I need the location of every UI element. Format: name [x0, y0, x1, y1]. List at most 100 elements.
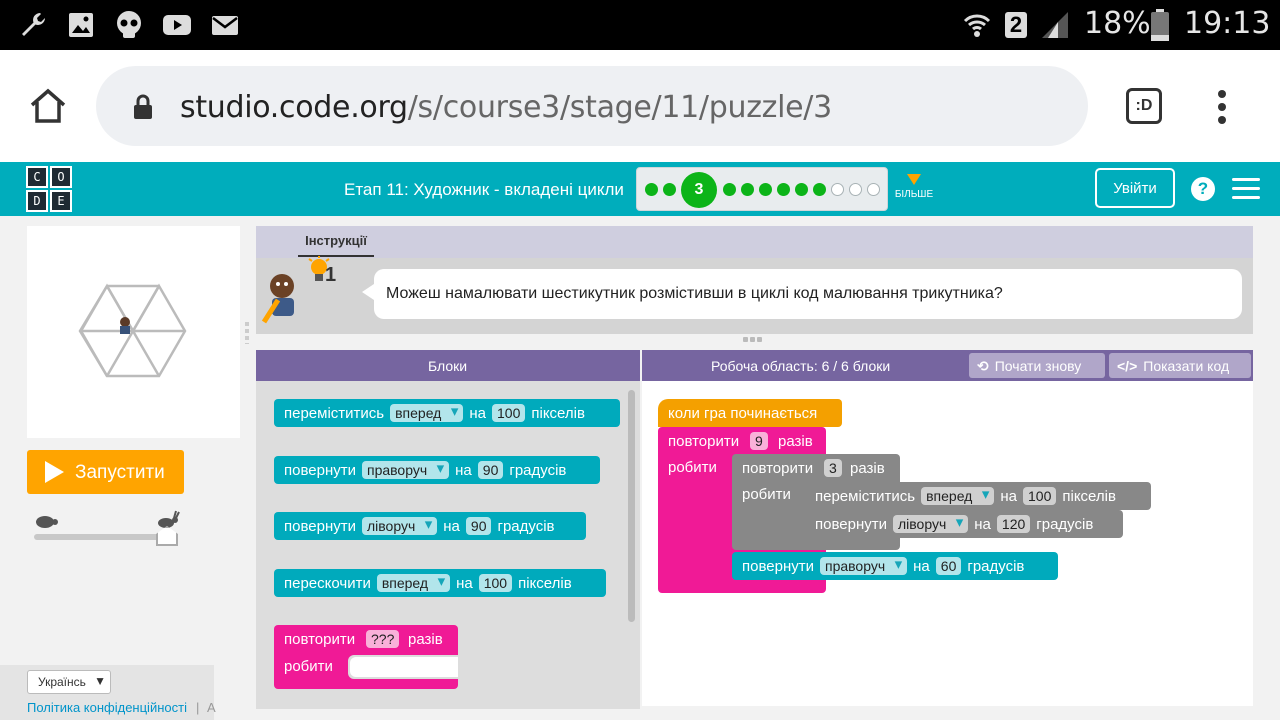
toolbox-block-move[interactable]: переміститись вперед на 100 пікселів: [274, 399, 620, 427]
address-bar[interactable]: studio.code.org/s/course3/stage/11/puzzl…: [96, 66, 1088, 146]
workspace-title: Робоча область: 6 / 6 блоки: [711, 358, 891, 374]
level-dot[interactable]: [849, 183, 862, 196]
show-code-label: Показати код: [1143, 358, 1230, 374]
block-text: повторити: [668, 433, 740, 450]
android-status-bar: 2 18% 19:13: [0, 0, 1280, 50]
number-field[interactable]: 120: [996, 515, 1031, 533]
clock: 19:13: [1184, 6, 1271, 41]
direction-dropdown[interactable]: праворуч: [819, 556, 908, 575]
number-field[interactable]: 100: [492, 404, 526, 422]
toolbox-header: Блоки: [256, 350, 640, 381]
inner-turn-block[interactable]: повернути ліворуч на 120 градусів: [805, 510, 1123, 538]
number-field[interactable]: 100: [1023, 487, 1057, 505]
block-text: робити: [668, 459, 717, 476]
block-text: градусів: [967, 557, 1025, 575]
home-icon[interactable]: [28, 86, 68, 126]
direction-dropdown[interactable]: вперед: [921, 486, 995, 505]
footer-bar: Українсь ▼ Політика конфіденційності | A: [0, 665, 216, 720]
footer-clipped-link[interactable]: A: [207, 700, 216, 715]
toolbox-block-repeat[interactable]: повторити ??? разів робити: [274, 625, 458, 689]
repeat-count-field[interactable]: 9: [750, 432, 768, 450]
block-text: разів: [850, 460, 885, 477]
logo-letter: D: [26, 190, 48, 212]
hexagon-drawing: [78, 283, 187, 378]
number-field[interactable]: 90: [465, 517, 492, 535]
block-text: разів: [778, 433, 813, 450]
language-select[interactable]: Українсь ▼: [27, 670, 111, 694]
level-dot[interactable]: [759, 183, 772, 196]
tab-switcher-icon[interactable]: :D: [1126, 88, 1162, 124]
level-dot[interactable]: [723, 183, 736, 196]
resize-grip[interactable]: [743, 337, 767, 343]
dropdown-arrow-icon: ▼: [94, 674, 106, 688]
block-text: переміститись: [815, 487, 916, 505]
repeat-count-field[interactable]: ???: [366, 630, 400, 648]
direction-dropdown[interactable]: ліворуч: [361, 516, 438, 535]
level-dot[interactable]: [831, 183, 844, 196]
direction-dropdown[interactable]: вперед: [390, 403, 464, 422]
direction-dropdown[interactable]: ліворуч: [892, 514, 969, 533]
more-vert-icon[interactable]: [1218, 90, 1228, 126]
level-dot[interactable]: [867, 183, 880, 196]
instructions-panel: Інструкції 1 Можеш намалювати шестикутни…: [256, 226, 1253, 334]
inner-move-block[interactable]: переміститись вперед на 100 пікселів: [805, 482, 1151, 510]
network-badge: 2: [1005, 12, 1027, 38]
block-text: робити: [284, 658, 333, 675]
level-dot[interactable]: [813, 183, 826, 196]
help-icon[interactable]: ?: [1191, 177, 1215, 201]
play-icon: [45, 461, 64, 483]
block-text: перескочити: [284, 574, 371, 592]
restart-label: Почати знову: [994, 358, 1082, 374]
more-levels-toggle[interactable]: БІЛЬШЕ: [894, 174, 934, 200]
outer-turn-block[interactable]: повернути праворуч на 60 градусів: [732, 552, 1058, 580]
code-icon: </>: [1117, 358, 1138, 374]
block-text: градусів: [1036, 515, 1094, 533]
block-text: на: [456, 574, 473, 592]
level-dot[interactable]: [795, 183, 808, 196]
signin-button[interactable]: Увійти: [1095, 168, 1175, 208]
number-field[interactable]: 100: [478, 574, 513, 592]
block-text: на: [974, 515, 991, 533]
toolbox-block-jump[interactable]: перескочити вперед на 100 пікселів: [274, 569, 606, 597]
block-text: коли гра починається: [668, 404, 818, 422]
block-text: повернути: [742, 557, 814, 575]
direction-dropdown[interactable]: вперед: [376, 573, 451, 592]
speed-slider[interactable]: [34, 534, 174, 540]
block-text: на: [455, 461, 472, 479]
toolbox-block-turn-right[interactable]: повернути праворуч на 90 градусів: [274, 456, 600, 484]
level-dot[interactable]: [741, 183, 754, 196]
run-button[interactable]: Запустити: [27, 450, 184, 494]
block-text: повторити: [742, 460, 814, 477]
privacy-link[interactable]: Політика конфіденційності: [27, 700, 187, 715]
level-dot[interactable]: [777, 183, 790, 196]
image-icon: [69, 13, 93, 37]
toolbox-block-turn-left[interactable]: повернути ліворуч на 90 градусів: [274, 512, 586, 540]
url-text: studio.code.org/s/course3/stage/11/puzzl…: [180, 90, 832, 125]
direction-dropdown[interactable]: праворуч: [361, 460, 450, 479]
workspace-header: Робоча область: 6 / 6 блоки ⟲ Почати знов…: [642, 350, 1253, 381]
level-dot[interactable]: [645, 183, 658, 196]
run-label: Запустити: [75, 462, 165, 483]
side-resize-grip[interactable]: [245, 322, 249, 344]
block-text: переміститись: [284, 404, 385, 422]
hint-count: 1: [325, 264, 337, 286]
level-dot[interactable]: [663, 183, 676, 196]
number-field[interactable]: 60: [935, 557, 962, 575]
block-text: повернути: [815, 515, 887, 533]
restart-button[interactable]: ⟲ Почати знову: [969, 353, 1105, 378]
show-code-button[interactable]: </> Показати код: [1109, 353, 1251, 378]
toolbox-scrollbar[interactable]: [628, 390, 635, 622]
code-logo[interactable]: C O D E: [26, 166, 74, 214]
site-header: C O D E Етап 11: Художник - вкладені цик…: [0, 162, 1280, 216]
tab-instructions[interactable]: Інструкції: [298, 233, 374, 257]
number-field[interactable]: 90: [477, 461, 504, 479]
when-run-block[interactable]: коли гра починається: [658, 399, 842, 427]
caret-down-icon: [907, 174, 921, 185]
signal-icon: [1042, 12, 1068, 38]
current-level-dot[interactable]: 3: [681, 172, 717, 208]
block-text: повернути: [284, 517, 356, 535]
block-text: пікселів: [518, 574, 572, 592]
repeat-count-field[interactable]: 3: [824, 459, 842, 477]
youtube-icon: [163, 15, 191, 35]
hamburger-menu-icon[interactable]: [1232, 178, 1260, 200]
